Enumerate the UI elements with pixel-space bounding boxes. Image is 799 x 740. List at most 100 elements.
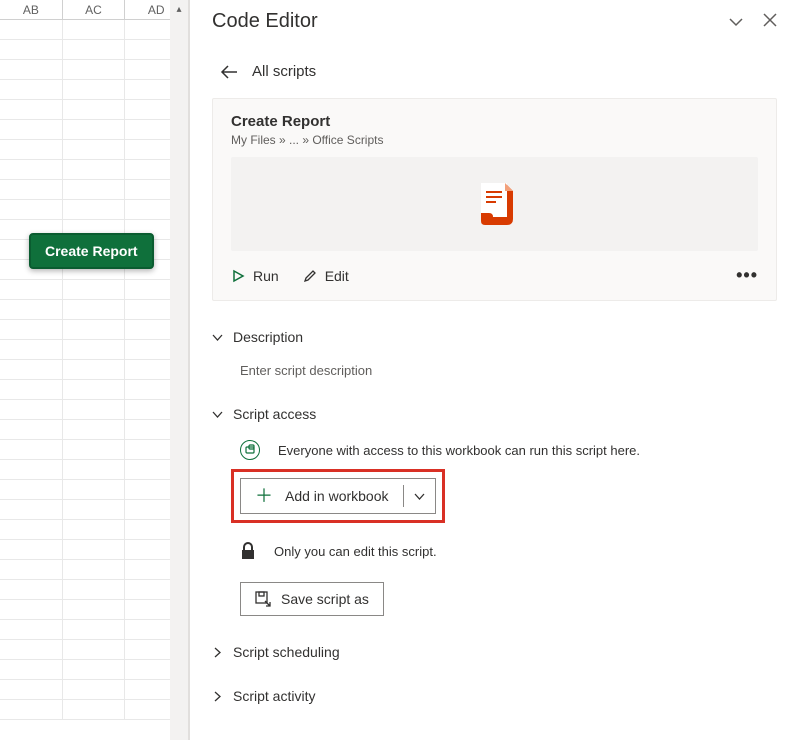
cell[interactable] — [63, 100, 126, 119]
cell[interactable] — [0, 600, 63, 619]
cell[interactable] — [63, 700, 126, 719]
cell[interactable] — [0, 620, 63, 639]
cell[interactable] — [0, 380, 63, 399]
cell[interactable] — [0, 440, 63, 459]
table-row[interactable] — [0, 60, 188, 80]
cell[interactable] — [63, 680, 126, 699]
cell[interactable] — [0, 660, 63, 679]
cell[interactable] — [63, 600, 126, 619]
cell[interactable] — [63, 380, 126, 399]
cell[interactable] — [0, 160, 63, 179]
table-row[interactable] — [0, 20, 188, 40]
table-row[interactable] — [0, 620, 188, 640]
back-arrow-icon[interactable] — [220, 65, 238, 79]
cell[interactable] — [63, 460, 126, 479]
cell[interactable] — [0, 200, 63, 219]
scroll-up-arrow-icon[interactable]: ▴ — [170, 0, 188, 18]
section-description-header[interactable]: Description — [212, 329, 777, 345]
add-in-workbook-dropdown[interactable] — [404, 479, 435, 513]
column-header[interactable]: AB — [0, 0, 63, 19]
table-row[interactable] — [0, 140, 188, 160]
cell[interactable] — [0, 40, 63, 59]
cell[interactable] — [63, 520, 126, 539]
cell[interactable] — [0, 460, 63, 479]
cell[interactable] — [0, 480, 63, 499]
cell[interactable] — [0, 80, 63, 99]
create-report-button[interactable]: Create Report — [29, 233, 154, 269]
cell[interactable] — [0, 60, 63, 79]
table-row[interactable] — [0, 200, 188, 220]
cell[interactable] — [0, 400, 63, 419]
cell[interactable] — [63, 200, 126, 219]
cell[interactable] — [63, 620, 126, 639]
table-row[interactable] — [0, 120, 188, 140]
cell[interactable] — [0, 180, 63, 199]
cell[interactable] — [63, 540, 126, 559]
table-row[interactable] — [0, 180, 188, 200]
cell[interactable] — [63, 80, 126, 99]
section-script-access-header[interactable]: Script access — [212, 406, 777, 422]
table-row[interactable] — [0, 100, 188, 120]
cell[interactable] — [0, 300, 63, 319]
table-row[interactable] — [0, 480, 188, 500]
cell[interactable] — [0, 640, 63, 659]
cell[interactable] — [0, 320, 63, 339]
cell[interactable] — [0, 140, 63, 159]
table-row[interactable] — [0, 340, 188, 360]
cell[interactable] — [63, 340, 126, 359]
cell[interactable] — [63, 280, 126, 299]
cell[interactable] — [0, 20, 63, 39]
table-row[interactable] — [0, 300, 188, 320]
cell[interactable] — [63, 420, 126, 439]
table-row[interactable] — [0, 400, 188, 420]
cell[interactable] — [63, 660, 126, 679]
cell[interactable] — [63, 480, 126, 499]
table-row[interactable] — [0, 80, 188, 100]
cell[interactable] — [0, 540, 63, 559]
cell[interactable] — [63, 180, 126, 199]
cell[interactable] — [63, 60, 126, 79]
description-placeholder[interactable]: Enter script description — [240, 363, 777, 378]
table-row[interactable] — [0, 540, 188, 560]
cell[interactable] — [0, 100, 63, 119]
table-row[interactable] — [0, 160, 188, 180]
cell[interactable] — [63, 140, 126, 159]
cell[interactable] — [63, 40, 126, 59]
cell[interactable] — [63, 640, 126, 659]
collapse-panel-icon[interactable] — [727, 13, 745, 31]
back-row[interactable]: All scripts — [212, 51, 777, 98]
more-menu[interactable]: ••• — [736, 265, 758, 286]
table-row[interactable] — [0, 580, 188, 600]
table-row[interactable] — [0, 280, 188, 300]
table-row[interactable] — [0, 500, 188, 520]
table-row[interactable] — [0, 560, 188, 580]
table-row[interactable] — [0, 700, 188, 720]
add-in-workbook-button[interactable]: ＋ Add in workbook — [240, 478, 436, 514]
cell[interactable] — [0, 560, 63, 579]
table-row[interactable] — [0, 420, 188, 440]
cell[interactable] — [63, 360, 126, 379]
cell[interactable] — [0, 120, 63, 139]
cell[interactable] — [63, 320, 126, 339]
cell[interactable] — [63, 20, 126, 39]
run-button[interactable]: Run — [231, 268, 279, 284]
table-row[interactable] — [0, 440, 188, 460]
cell[interactable] — [0, 280, 63, 299]
table-row[interactable] — [0, 640, 188, 660]
cell[interactable] — [63, 500, 126, 519]
cell[interactable] — [0, 360, 63, 379]
cell[interactable] — [0, 340, 63, 359]
table-row[interactable] — [0, 460, 188, 480]
edit-button[interactable]: Edit — [303, 268, 349, 284]
cell[interactable] — [0, 680, 63, 699]
save-script-as-button[interactable]: Save script as — [240, 582, 384, 616]
cell[interactable] — [0, 420, 63, 439]
cell[interactable] — [63, 580, 126, 599]
section-script-activity-header[interactable]: Script activity — [212, 688, 777, 704]
table-row[interactable] — [0, 380, 188, 400]
close-panel-icon[interactable] — [763, 13, 777, 31]
cell[interactable] — [63, 560, 126, 579]
cell[interactable] — [0, 500, 63, 519]
cell[interactable] — [63, 440, 126, 459]
table-row[interactable] — [0, 360, 188, 380]
